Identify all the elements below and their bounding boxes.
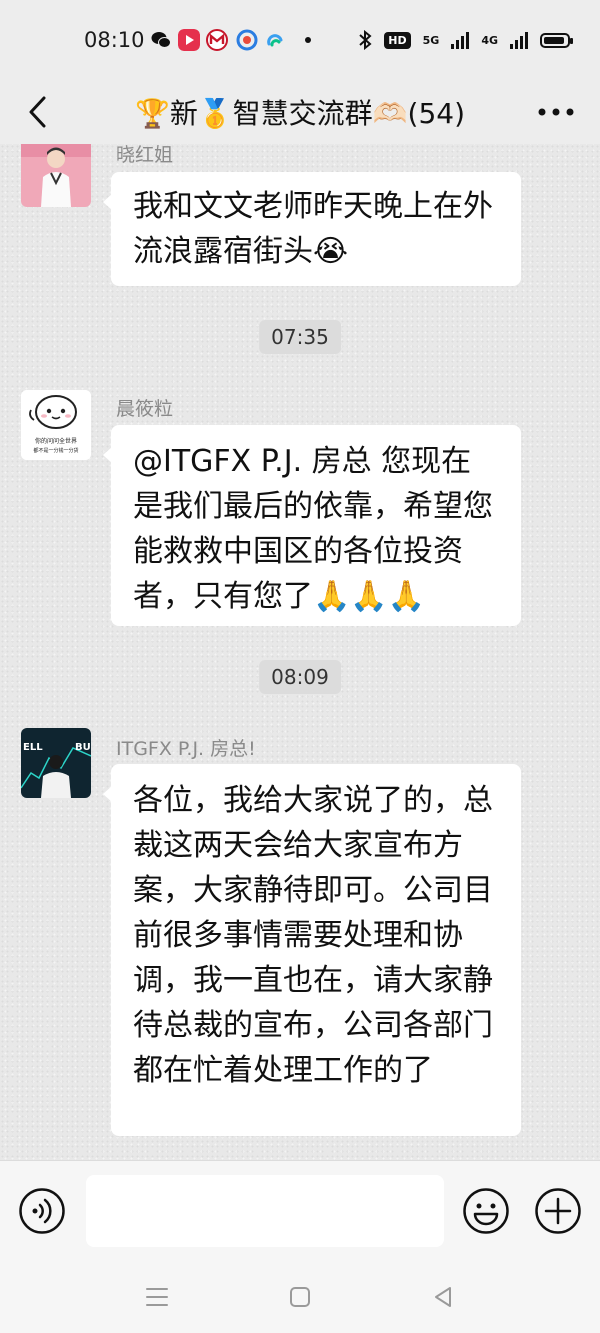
status-time: 08:10 — [84, 28, 145, 52]
input-bar — [0, 1160, 600, 1261]
message-bubble[interactable]: @ITGFX P.J. 房总 您现在是我们最后的依靠，希望您能救救中国区的各位投… — [103, 425, 521, 626]
avatar-label-sell: ELL — [23, 742, 43, 753]
back-arrow-icon[interactable] — [22, 94, 58, 130]
bluetooth-icon — [359, 30, 372, 50]
network-5g-label: 5G — [422, 33, 440, 47]
more-dots-icon[interactable] — [536, 94, 576, 130]
avatar-caption-1: 你的问问全世界 — [35, 437, 77, 445]
signal-bars-2-icon — [510, 31, 528, 49]
voice-icon[interactable] — [18, 1187, 66, 1235]
avatar-chenxiaoli[interactable]: 你的问问全世界 都不是一分钱一分货 — [21, 390, 91, 460]
sender-name: 晨筱粒 — [116, 398, 174, 420]
plus-icon[interactable] — [534, 1187, 582, 1235]
browser-app-icon — [236, 29, 258, 51]
avatar-label-buy: BU — [75, 742, 91, 753]
wechat-icon — [151, 32, 171, 48]
avatar-caption-2: 都不是一分钱一分货 — [33, 447, 78, 454]
message-text: 各位，我给大家说了的，总裁这两天会给大家宣布方案，大家静待即可。公司目前很多事情… — [133, 783, 493, 1088]
nav-back-icon[interactable] — [430, 1284, 456, 1310]
avatar-xiaohongjie[interactable] — [21, 144, 91, 207]
avatar-itgfx-pj[interactable]: ELL BU — [21, 728, 91, 798]
chat-title: 🏆新🥇智慧交流群🫶🏻(54) — [134, 97, 466, 130]
network-4g-label: 4G — [481, 33, 498, 47]
system-nav-bar — [0, 1260, 600, 1333]
status-bar: 08:10 HD 5G 4G — [0, 0, 600, 80]
signal-bars-1-icon — [451, 31, 470, 49]
chat-header: 🏆新🥇智慧交流群🫶🏻(54) — [0, 80, 600, 144]
message-text: @ITGFX P.J. 房总 您现在是我们最后的依靠，希望您能救救中国区的各位投… — [133, 444, 493, 614]
sender-name: 晓红姐 — [116, 144, 174, 166]
battery-icon — [540, 32, 573, 48]
message-timestamp: 08:09 — [259, 660, 341, 694]
cloud-app-icon — [267, 34, 283, 47]
message-timestamp: 07:35 — [259, 320, 341, 354]
message-input[interactable] — [86, 1175, 444, 1247]
nav-menu-icon[interactable] — [144, 1284, 170, 1310]
notification-dot-icon — [305, 37, 311, 43]
battery-fill — [544, 36, 564, 44]
bank-app-icon — [206, 29, 228, 51]
nav-home-icon[interactable] — [287, 1284, 313, 1310]
message-bubble[interactable]: 各位，我给大家说了的，总裁这两天会给大家宣布方案，大家静待即可。公司目前很多事情… — [103, 764, 521, 1136]
video-app-icon — [178, 29, 200, 51]
status-icons: HD 5G 4G — [358, 28, 573, 52]
sender-name: ITGFX P.J. 房总! — [116, 738, 256, 760]
hd-badge: HD — [384, 31, 411, 49]
chat-message-list[interactable]: 晓红姐 我和文文老师昨天晚上在外流浪露宿街头😭 07:35 你的问问全世界 都不… — [0, 144, 600, 1160]
message-bubble[interactable]: 我和文文老师昨天晚上在外流浪露宿街头😭 — [103, 172, 521, 286]
message-text: 我和文文老师昨天晚上在外流浪露宿街头😭 — [133, 189, 493, 269]
emoji-icon[interactable] — [462, 1187, 510, 1235]
